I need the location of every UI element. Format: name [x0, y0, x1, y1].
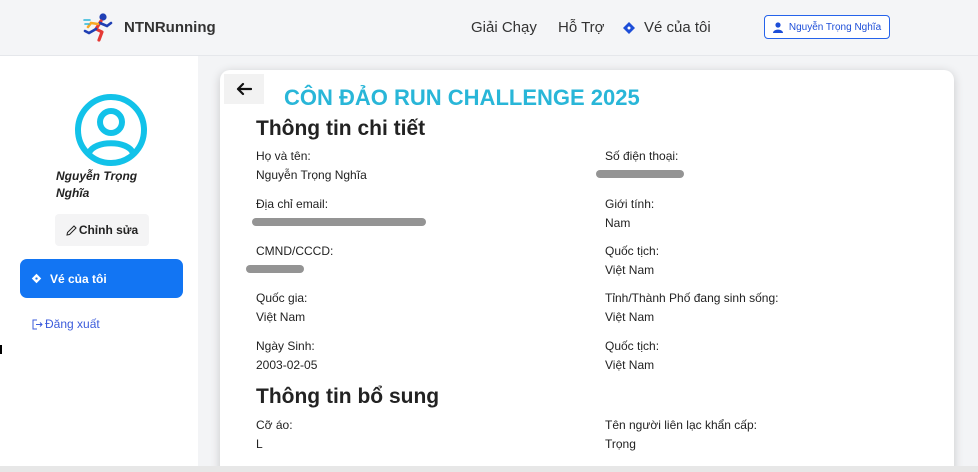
nav-my-tickets-label: Vé của tôi	[644, 19, 711, 36]
field-value: Nguyễn Trọng Nghĩa	[256, 168, 367, 182]
field-label: CMND/CCCD:	[256, 244, 334, 258]
arrow-left-icon	[236, 82, 252, 96]
field-value: Việt Nam	[605, 263, 655, 277]
logout-label: Đăng xuất	[45, 317, 100, 331]
extra-section-title: Thông tin bổ sung	[256, 385, 440, 408]
field-label: Cỡ áo:	[256, 418, 293, 432]
field-id-number: CMND/CCCD:	[256, 244, 556, 259]
field-gender: Giới tính: Nam	[605, 197, 905, 231]
field-label: Tên người liên lạc khẩn cấp:	[605, 418, 757, 432]
edit-profile-label: Chỉnh sửa	[78, 223, 139, 237]
field-label: Số điện thoại:	[605, 149, 679, 163]
field-birthday: Ngày Sinh: 2003-02-05	[256, 339, 556, 373]
field-value: L	[256, 437, 263, 451]
field-label: Quốc tịch:	[605, 244, 660, 258]
field-value: Trọng	[605, 437, 636, 451]
event-title: CÔN ĐẢO RUN CHALLENGE 2025	[284, 85, 640, 110]
field-label: Quốc tịch:	[605, 339, 660, 353]
sidebar-item-my-tickets[interactable]: Vé của tôi	[20, 259, 183, 298]
field-value: Việt Nam	[605, 310, 655, 324]
user-menu-label: Nguyễn Trọng Nghĩa	[788, 21, 882, 33]
field-label: Địa chỉ email:	[256, 197, 329, 211]
field-label: Ngày Sinh:	[256, 339, 315, 353]
user-menu-button[interactable]: Nguyễn Trọng Nghĩa	[764, 15, 890, 39]
field-label: Giới tính:	[605, 197, 655, 211]
field-emergency-contact: Tên người liên lạc khẩn cấp: Trọng	[605, 418, 905, 452]
field-label: Họ và tên:	[256, 149, 311, 163]
email-redaction	[252, 218, 426, 226]
user-icon	[772, 21, 783, 33]
bottom-scroll-strip	[0, 466, 978, 472]
field-shirt-size: Cỡ áo: L	[256, 418, 556, 452]
back-button[interactable]	[224, 74, 264, 104]
ticket-icon	[622, 21, 636, 35]
edit-profile-button[interactable]: Chỉnh sửa	[55, 214, 149, 246]
pencil-icon	[66, 224, 77, 236]
field-value: Việt Nam	[605, 358, 655, 372]
field-country: Quốc gia: Việt Nam	[256, 291, 556, 325]
field-phone: Số điện thoại:	[605, 149, 905, 164]
avatar-icon	[75, 94, 147, 166]
field-province: Tỉnh/Thành Phố đang sinh sống: Việt Nam	[605, 291, 905, 325]
profile-user-name: Nguyễn Trọng Nghĩa	[56, 169, 138, 200]
sidebar-item-my-tickets-label: Vé của tôi	[50, 271, 107, 286]
field-label: Tỉnh/Thành Phố đang sinh sống:	[605, 291, 779, 305]
brand-name: NTNRunning	[124, 18, 216, 36]
ticket-detail-card: CÔN ĐẢO RUN CHALLENGE 2025 Thông tin chi…	[220, 70, 954, 472]
field-value: Nam	[605, 216, 631, 230]
edge-marker	[0, 345, 2, 354]
sidebar: Nguyễn Trọng Nghĩa Chỉnh sửa Vé của tôi …	[0, 56, 198, 472]
nav-races[interactable]: Giải Chạy	[471, 19, 537, 36]
runner-logo	[83, 13, 113, 42]
field-full-name: Họ và tên: Nguyễn Trọng Nghĩa	[256, 149, 556, 183]
field-value: 2003-02-05	[256, 358, 318, 372]
phone-redaction	[596, 170, 684, 178]
ticket-icon	[31, 273, 42, 284]
nav-my-tickets[interactable]: Vé của tôi	[622, 19, 711, 36]
nav-support[interactable]: Hỗ Trợ	[558, 19, 605, 36]
field-nationality-2: Quốc tịch: Việt Nam	[605, 339, 905, 373]
details-section-title: Thông tin chi tiết	[256, 117, 426, 140]
field-nationality: Quốc tịch: Việt Nam	[605, 244, 905, 278]
field-value: Việt Nam	[256, 310, 306, 324]
id-redaction	[246, 265, 304, 273]
logout-link[interactable]: Đăng xuất	[32, 317, 100, 331]
brand[interactable]: NTNRunning	[82, 11, 216, 43]
logout-icon	[32, 319, 43, 329]
field-label: Quốc gia:	[256, 291, 308, 305]
top-navbar: NTNRunning Giải Chạy Hỗ Trợ Vé của tôi N…	[0, 0, 978, 56]
field-email: Địa chỉ email:	[256, 197, 556, 212]
